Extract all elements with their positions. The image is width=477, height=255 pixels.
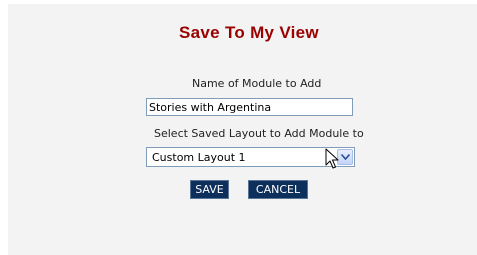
layout-select[interactable]: Custom Layout 1	[146, 147, 355, 167]
module-name-input[interactable]	[146, 98, 353, 116]
cancel-button[interactable]: CANCEL	[248, 180, 308, 199]
dialog-title: Save To My View	[179, 23, 319, 42]
layout-select-label: Select Saved Layout to Add Module to	[154, 127, 364, 140]
chevron-down-icon[interactable]	[337, 149, 353, 165]
save-to-view-panel: Save To My View Name of Module to Add Se…	[8, 4, 477, 255]
layout-select-value: Custom Layout 1	[152, 151, 246, 164]
save-button[interactable]: SAVE	[190, 180, 229, 199]
mouse-pointer-icon	[325, 148, 339, 169]
module-name-label: Name of Module to Add	[192, 77, 322, 90]
